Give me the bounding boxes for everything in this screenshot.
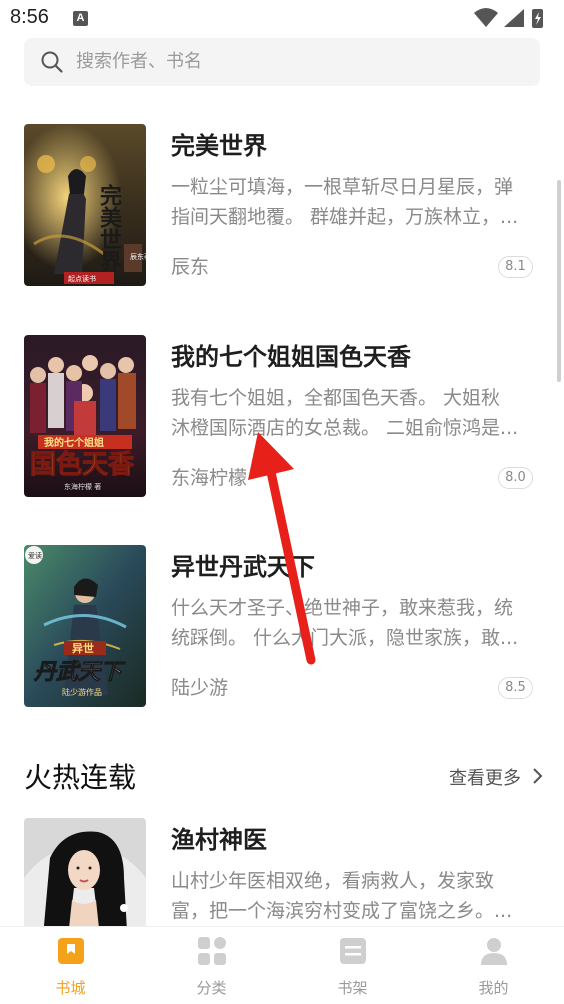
- book-description: 山村少年医相双绝，看病救人，发家致 富，把一个海滨穷村变成了富饶之乡。...: [171, 870, 513, 922]
- tab-profile[interactable]: 我的: [423, 927, 564, 1004]
- book-author: 东海柠檬: [171, 467, 248, 489]
- svg-text:爱读: 爱读: [28, 551, 42, 560]
- book-title[interactable]: 渔村神医: [171, 820, 267, 855]
- bookstore-icon: [58, 938, 84, 964]
- book-author: 陆少游: [171, 677, 229, 699]
- score-badge: 8.0: [498, 467, 533, 489]
- notification-a-icon: A: [73, 11, 88, 26]
- section-title: 火热连载: [24, 761, 137, 794]
- book-item[interactable]: 辰东著 起点读书 完美世界 完美世界 一粒尘可填海，一根草斩尽日月星辰，弹 指间…: [0, 124, 564, 294]
- search-icon: [41, 51, 63, 73]
- scrollbar[interactable]: [557, 180, 561, 382]
- book-author: 辰东: [171, 256, 210, 278]
- status-icons: [474, 8, 543, 28]
- svg-text:起点读书: 起点读书: [68, 274, 96, 283]
- svg-text:国色天香: 国色天香: [30, 449, 134, 480]
- tab-bookshelf[interactable]: 书架: [282, 927, 423, 1004]
- score-badge: 8.5: [498, 677, 533, 699]
- book-description: 一粒尘可填海，一根草斩尽日月星辰，弹 指间天翻地覆。 群雄并起，万族林立，...: [171, 176, 519, 228]
- tab-category[interactable]: 分类: [141, 927, 282, 1004]
- signal-icon: [504, 9, 524, 27]
- search-placeholder: 搜索作者、书名: [76, 51, 202, 72]
- book-description: 什么天才圣子、绝世神子，敢来惹我，统 统踩倒。 什么大门大派，隐世家族，敢...: [171, 597, 519, 649]
- tab-label: 书城: [55, 979, 86, 997]
- book-item[interactable]: 我的七个姐姐 国色天香 东海柠檬 著 我的七个姐姐国色天香 我有七个姐姐，全都国…: [0, 335, 564, 505]
- search-input[interactable]: 搜索作者、书名: [24, 38, 540, 86]
- svg-text:我的七个姐姐: 我的七个姐姐: [44, 436, 104, 449]
- status-time: 8:56: [10, 6, 49, 28]
- status-bar: 8:56 A: [0, 0, 564, 36]
- view-more-link[interactable]: 查看更多: [449, 764, 521, 790]
- book-cover[interactable]: 我的七个姐姐 国色天香 东海柠檬 著: [24, 335, 146, 497]
- tab-label: 我的: [478, 979, 509, 997]
- category-grid-icon: [198, 937, 226, 965]
- section-header: 火热连载 查看更多: [0, 754, 564, 802]
- bottom-tab-bar: 书城 分类 书架 我的: [0, 926, 564, 1004]
- book-cover[interactable]: 辰东著 起点读书 完美世界: [24, 124, 146, 286]
- book-description: 我有七个姐姐，全都国色天香。 大姐秋 沐橙国际酒店的女总裁。 二姐俞惊鸿是...: [171, 387, 519, 439]
- svg-text:东海柠檬 著: 东海柠檬 著: [64, 482, 101, 491]
- book-item[interactable]: 爱读 异世 丹武天下 陆少游作品 异世丹武天下 什么天才圣子、绝世神子，敢来惹我…: [0, 545, 564, 715]
- svg-text:完美世界: 完美世界: [96, 183, 122, 273]
- book-title[interactable]: 我的七个姐姐国色天香: [171, 337, 411, 372]
- svg-text:陆少游作品: 陆少游作品: [62, 687, 102, 697]
- svg-text:丹武天下: 丹武天下: [33, 659, 126, 685]
- tab-bookstore[interactable]: 书城: [0, 927, 141, 1004]
- wifi-icon: [474, 8, 498, 27]
- bookshelf-icon: [340, 938, 366, 964]
- svg-text:异世: 异世: [72, 641, 94, 655]
- book-title[interactable]: 异世丹武天下: [171, 547, 315, 582]
- book-cover[interactable]: 爱读 异世 丹武天下 陆少游作品: [24, 545, 146, 707]
- tab-label: 书架: [337, 979, 368, 997]
- profile-icon: [481, 938, 507, 965]
- tab-label: 分类: [196, 979, 227, 997]
- chevron-right-icon[interactable]: [530, 767, 544, 785]
- book-title[interactable]: 完美世界: [171, 126, 267, 161]
- svg-text:辰东著: 辰东著: [130, 252, 146, 261]
- score-badge: 8.1: [498, 256, 533, 278]
